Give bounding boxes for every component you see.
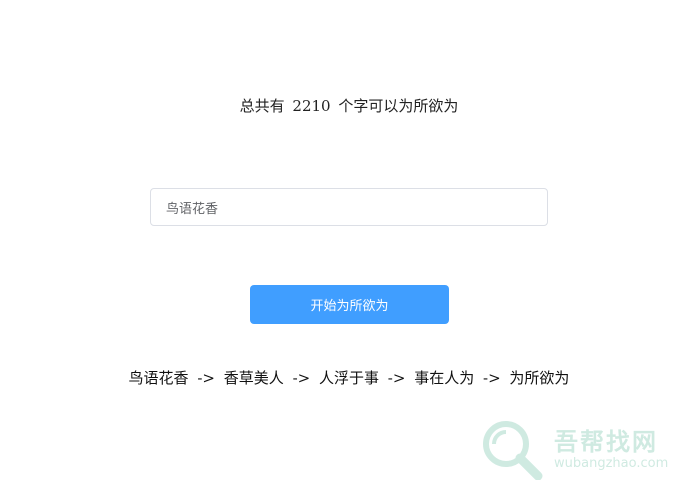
chain-item: 为所欲为 <box>509 369 570 387</box>
chain-separator: -> <box>483 369 501 387</box>
result-chain: 鸟语花香 -> 香草美人 -> 人浮于事 -> 事在人为 -> 为所欲为 <box>0 367 698 389</box>
watermark: 吾帮找网 wubangzhao.com <box>480 418 690 480</box>
watermark-title: 吾帮找网 <box>554 428 658 456</box>
chain-separator: -> <box>387 369 406 387</box>
headline: 总共有 2210 个字可以为所欲为 <box>0 95 698 117</box>
headline-prefix: 总共有 <box>239 97 285 115</box>
idiom-input-box[interactable] <box>150 188 548 226</box>
chain-item: 香草美人 <box>223 369 284 387</box>
chain-separator: -> <box>292 369 311 387</box>
watermark-domain: wubangzhao.com <box>554 456 669 471</box>
idiom-input[interactable] <box>151 189 547 225</box>
chain-item: 人浮于事 <box>318 369 379 387</box>
magnifier-logo-icon <box>483 421 543 480</box>
chain-separator: -> <box>197 369 215 387</box>
start-button[interactable]: 开始为所欲为 <box>250 285 449 324</box>
headline-count: 2210 <box>292 97 331 115</box>
chain-item: 鸟语花香 <box>128 369 189 387</box>
headline-suffix: 个字可以为所欲为 <box>338 97 459 115</box>
chain-item: 事在人为 <box>414 369 475 387</box>
